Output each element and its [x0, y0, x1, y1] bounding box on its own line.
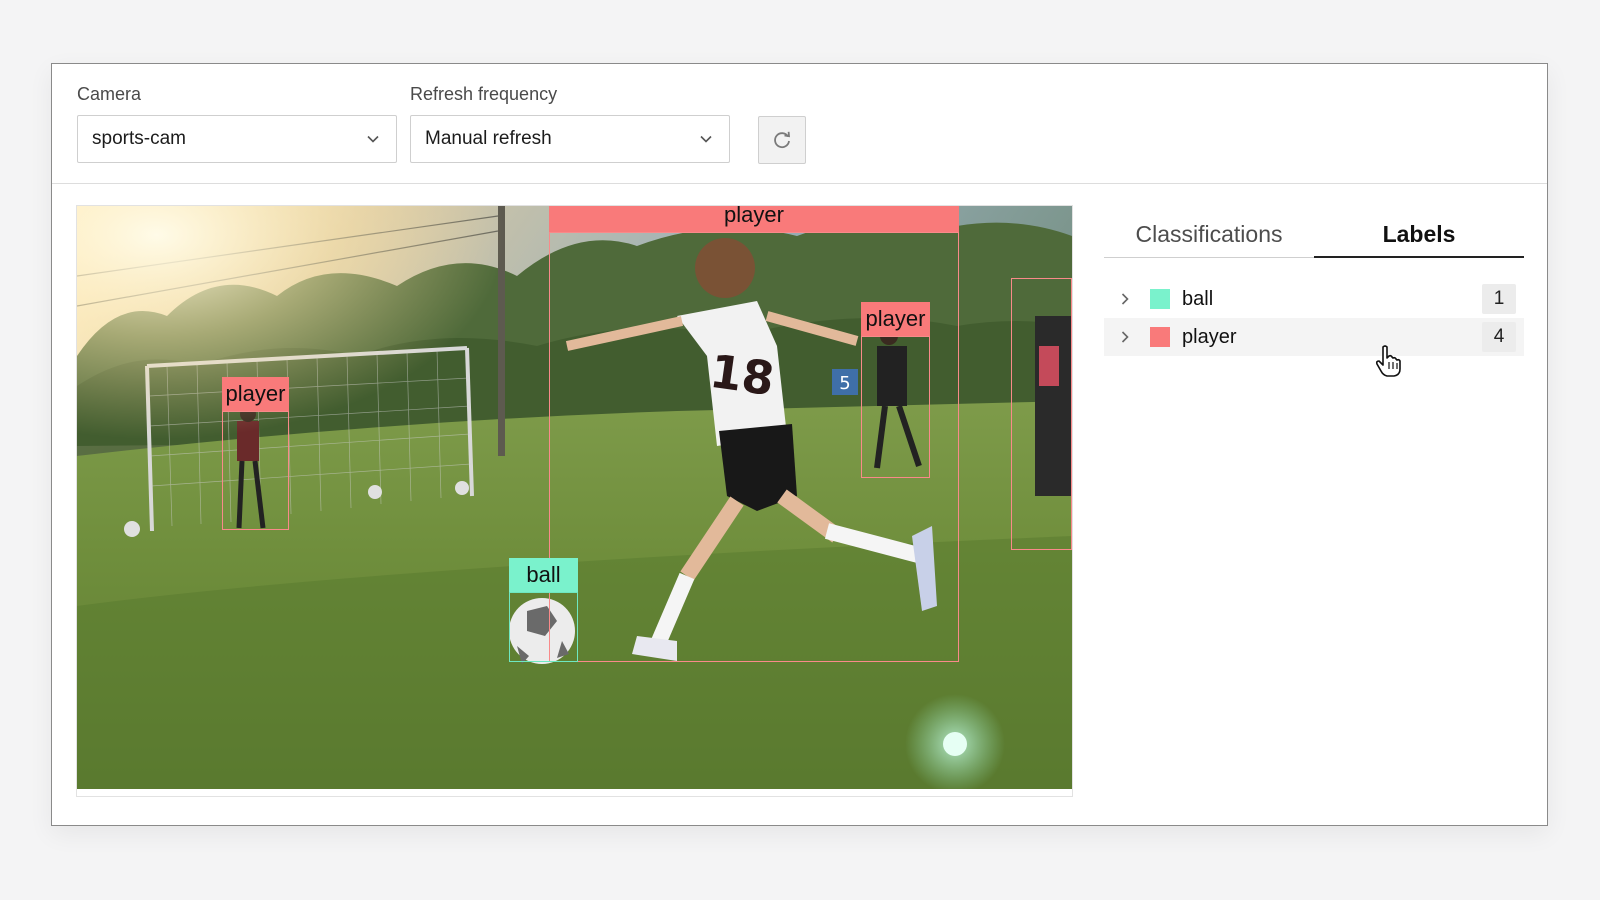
label-name: player: [1182, 325, 1237, 348]
tab-labels[interactable]: Labels: [1314, 214, 1524, 258]
refresh-frequency-label: Refresh frequency: [410, 84, 558, 104]
player-color-swatch: [1150, 327, 1170, 347]
chevron-right-icon[interactable]: [1118, 330, 1132, 344]
label-row-player[interactable]: player 4: [1104, 318, 1524, 356]
detection-tag-player: player: [222, 377, 289, 411]
label-name: ball: [1182, 287, 1214, 310]
camera-frame-image: 5 18: [77, 206, 1072, 789]
refresh-frequency-select[interactable]: Manual refresh: [410, 115, 730, 163]
detection-tag-player: player: [549, 206, 959, 232]
camera-label: Camera: [77, 84, 142, 104]
detection-box-player[interactable]: [1011, 278, 1072, 550]
refresh-button[interactable]: [758, 116, 806, 164]
toolbar: Camera sports-cam Refresh frequency Manu…: [52, 64, 1547, 184]
refresh-icon: [774, 131, 791, 149]
panel-tabs: Classifications Labels: [1104, 214, 1524, 258]
camera-select-value: sports-cam: [92, 128, 186, 149]
label-row-ball[interactable]: ball 1: [1104, 280, 1524, 318]
refresh-frequency-value: Manual refresh: [425, 128, 552, 149]
chevron-down-icon: [367, 135, 379, 143]
camera-select[interactable]: sports-cam: [77, 115, 397, 163]
hand-pointer-cursor-icon: [1375, 345, 1401, 377]
label-count-badge: 4: [1482, 322, 1516, 352]
detection-box-player[interactable]: [861, 336, 930, 478]
chevron-right-icon[interactable]: [1118, 292, 1132, 306]
detection-box-player[interactable]: [222, 411, 289, 530]
label-count-badge: 1: [1482, 284, 1516, 314]
ball-color-swatch: [1150, 289, 1170, 309]
image-viewer: 5 18: [76, 205, 1073, 797]
chevron-down-icon: [700, 135, 712, 143]
tab-classifications[interactable]: Classifications: [1104, 214, 1314, 258]
detection-tag-ball: ball: [509, 558, 578, 592]
detection-tag-player: player: [861, 302, 930, 336]
app-window: Camera sports-cam Refresh frequency Manu…: [51, 63, 1548, 826]
labels-panel: Classifications Labels ball 1 player 4: [1104, 184, 1524, 784]
detection-box-ball[interactable]: [509, 592, 578, 662]
